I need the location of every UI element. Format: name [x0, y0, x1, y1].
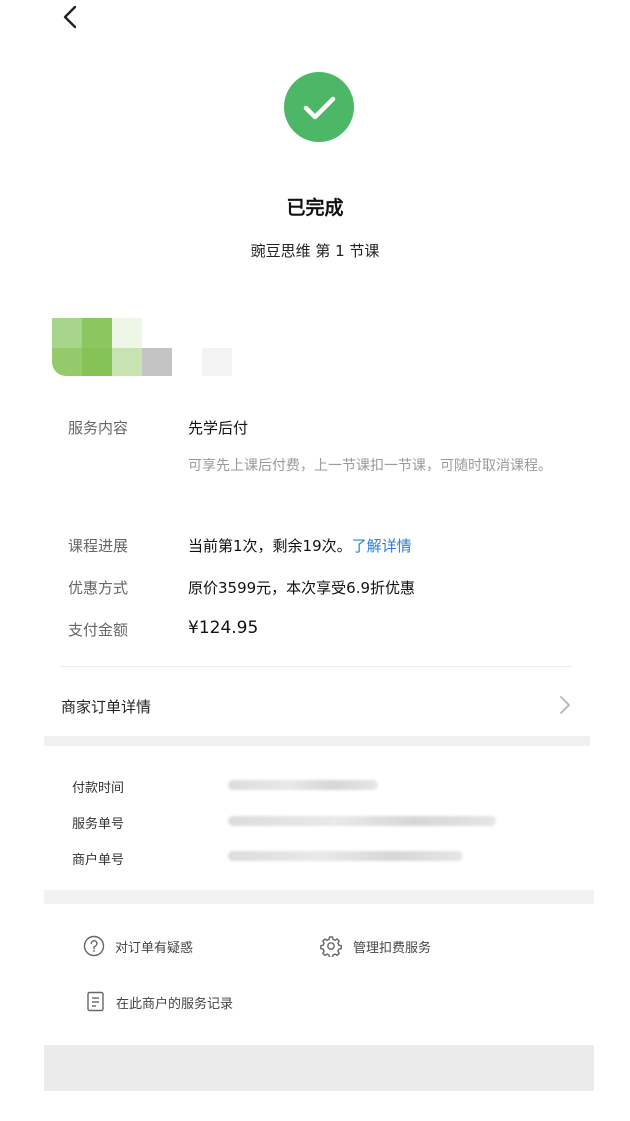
service-label: 服务内容: [68, 419, 129, 437]
document-icon: [87, 991, 104, 1012]
gear-icon: [320, 936, 342, 957]
manage-deduction-button[interactable]: 管理扣费服务: [320, 934, 460, 960]
section-separator-2: [44, 890, 594, 904]
service-records-label: 在此商户的服务记录: [116, 997, 234, 1012]
payment-details-section: 付款时间 服务单号 商户单号: [44, 750, 594, 890]
service-no-label: 服务单号: [72, 817, 125, 832]
status-title: 已完成: [286, 197, 344, 219]
status-subtitle: 豌豆思维 第 1 节课: [250, 242, 380, 260]
service-no-value-redacted: [228, 816, 496, 826]
section-separator: [44, 736, 590, 746]
merchant-order-label: 商家订单详情: [61, 698, 152, 716]
progress-text: 当前第1次，剩余19次。: [188, 537, 352, 555]
pay-time-label: 付款时间: [72, 781, 125, 796]
back-button[interactable]: [58, 2, 88, 32]
divider: [60, 666, 572, 667]
order-question-button[interactable]: 对订单有疑惑: [83, 934, 223, 960]
service-description: 可享先上课后付费，上一节课扣一节课，可随时取消课程。: [188, 458, 552, 474]
discount-label: 优惠方式: [68, 579, 129, 597]
amount-value: ¥124.95: [188, 618, 259, 638]
service-records-button[interactable]: 在此商户的服务记录: [86, 990, 256, 1016]
order-detail-page: 已完成 豌豆思维 第 1 节课 服务内容 先学后付 可享先上课后付费，上一节课扣…: [0, 0, 630, 1121]
progress-detail-link[interactable]: 了解详情: [352, 537, 412, 555]
question-circle-icon: [83, 935, 105, 957]
amount-label: 支付金额: [68, 621, 129, 639]
merchant-no-value-redacted: [228, 851, 463, 861]
pay-time-value-redacted: [228, 780, 378, 790]
bottom-bar: [44, 1045, 594, 1091]
service-value: 先学后付: [188, 419, 249, 437]
chevron-left-icon: [63, 5, 77, 29]
chevron-right-icon: [560, 696, 570, 714]
check-circle-icon: [284, 72, 354, 142]
merchant-order-detail-row[interactable]: 商家订单详情: [44, 680, 594, 730]
order-info-section: 服务内容 先学后付 可享先上课后付费，上一节课扣一节课，可随时取消课程。 课程进…: [44, 380, 594, 663]
progress-value: 当前第1次，剩余19次。了解详情: [188, 535, 412, 556]
discount-value: 原价3599元，本次享受6.9折优惠: [188, 579, 416, 597]
progress-label: 课程进展: [68, 537, 129, 555]
merchant-avatar: [52, 318, 242, 378]
order-question-label: 对订单有疑惑: [115, 941, 194, 956]
manage-deduction-label: 管理扣费服务: [353, 941, 432, 956]
merchant-no-label: 商户单号: [72, 853, 125, 868]
